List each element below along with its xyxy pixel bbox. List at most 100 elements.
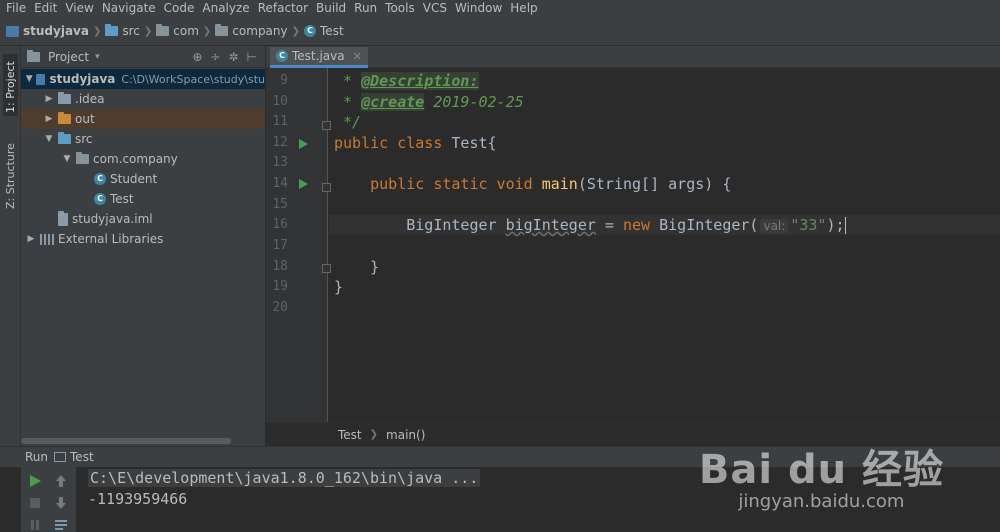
menu-file[interactable]: File bbox=[2, 0, 30, 17]
breadcrumb-company[interactable]: company ❯ bbox=[215, 24, 304, 38]
menu-window[interactable]: Window bbox=[451, 0, 506, 17]
tree-item-com-company[interactable]: ▼ com.company bbox=[21, 149, 265, 169]
pause-icon[interactable] bbox=[27, 517, 43, 532]
project-icon bbox=[6, 25, 19, 37]
sync-icon[interactable]: ⊕ bbox=[192, 50, 202, 64]
code-editor[interactable]: 9 10 11 12 13 14 15 16 17 18 19 20 * @Description: … bbox=[266, 68, 1000, 422]
menu-vcs[interactable]: VCS bbox=[419, 0, 451, 17]
collapse-arrow-icon[interactable]: ▼ bbox=[25, 74, 33, 84]
package-icon bbox=[76, 152, 89, 164]
tab-test-java[interactable]: C Test.java ✕ bbox=[270, 47, 368, 68]
navigation-bar: studyjava ❯ src ❯ com ❯ company ❯ C Test bbox=[0, 17, 1000, 46]
menu-bar: File Edit View Navigate Code Analyze Refactor B… bbox=[0, 0, 1000, 17]
collapse-arrow-icon[interactable]: ▼ bbox=[43, 134, 55, 144]
fold-icon[interactable] bbox=[322, 264, 331, 273]
hide-icon[interactable]: ⊢ bbox=[247, 50, 257, 64]
collapse-arrow-icon[interactable]: ▼ bbox=[61, 154, 73, 164]
line-number: 11 bbox=[272, 114, 288, 129]
parameter-hint: val: bbox=[760, 219, 789, 233]
menu-edit[interactable]: Edit bbox=[30, 0, 61, 17]
menu-build[interactable]: Build bbox=[312, 0, 350, 17]
project-view-icon bbox=[27, 49, 40, 62]
menu-navigate[interactable]: Navigate bbox=[98, 0, 160, 17]
breadcrumb-test[interactable]: C Test bbox=[304, 24, 344, 38]
baidu-watermark: Bai du 经验 jingyan.baidu.com bbox=[699, 437, 944, 512]
code-line-11: */ bbox=[334, 113, 362, 131]
line-number: 15 bbox=[272, 197, 288, 212]
tree-item-test[interactable]: C Test bbox=[21, 189, 265, 209]
folder-icon bbox=[58, 92, 71, 104]
fold-icon[interactable] bbox=[322, 183, 331, 192]
tree-item-label: studyjava bbox=[49, 72, 116, 86]
breadcrumb-com[interactable]: com ❯ bbox=[156, 24, 215, 38]
view-dropdown-icon[interactable]: ▾ bbox=[95, 52, 100, 62]
breadcrumb-src[interactable]: src ❯ bbox=[105, 24, 156, 38]
breadcrumb-project[interactable]: studyjava ❯ bbox=[6, 24, 105, 38]
tree-item-external-libraries[interactable]: ▶ External Libraries bbox=[21, 229, 265, 249]
menu-refactor[interactable]: Refactor bbox=[254, 0, 312, 17]
close-icon[interactable]: ✕ bbox=[353, 50, 362, 63]
tree-item-label: studyjava.iml bbox=[72, 212, 153, 226]
tree-item-out[interactable]: ▶ out bbox=[21, 109, 265, 129]
package-icon bbox=[215, 24, 229, 36]
tree-item-studyjava[interactable]: ▼ studyjava C:\D\WorkSpace\study\stu bbox=[21, 69, 265, 89]
arrow-down-icon[interactable] bbox=[53, 495, 69, 511]
class-icon: C bbox=[276, 50, 288, 62]
run-config-icon bbox=[54, 452, 67, 462]
tool-tab-label: 1: Project bbox=[4, 61, 17, 113]
run-config-tab[interactable]: Test bbox=[70, 450, 94, 464]
line-number: 17 bbox=[272, 238, 288, 253]
text-caret bbox=[844, 217, 846, 234]
console-line: C:\E\development\java1.8.0_162\bin\java … bbox=[88, 469, 481, 487]
soft-wrap-icon[interactable] bbox=[53, 517, 69, 532]
code-line-10: * @create 2019-02-25 bbox=[334, 93, 524, 111]
tree-item-label: com.company bbox=[93, 152, 178, 166]
expand-arrow-icon[interactable]: ▶ bbox=[43, 114, 55, 124]
project-icon bbox=[36, 73, 46, 85]
menu-view[interactable]: View bbox=[61, 0, 97, 17]
folder-orange-icon bbox=[58, 112, 71, 124]
iml-file-icon bbox=[58, 210, 68, 226]
code-line-12: public class Test{ bbox=[334, 134, 497, 152]
structure-tool-tab[interactable]: Z: Structure bbox=[3, 134, 18, 212]
run-class-icon[interactable] bbox=[299, 139, 308, 149]
menu-help[interactable]: Help bbox=[506, 0, 541, 17]
line-number: 20 bbox=[272, 300, 288, 315]
tree-item-student[interactable]: C Student bbox=[21, 169, 265, 189]
gear-icon[interactable]: ✲ bbox=[228, 50, 238, 64]
tree-item--idea[interactable]: ▶ .idea bbox=[21, 89, 265, 109]
tree-item-src[interactable]: ▼ src bbox=[21, 129, 265, 149]
breadcrumb-label: Test bbox=[320, 24, 344, 38]
line-number: 16 bbox=[272, 217, 288, 232]
code-line-18: } bbox=[370, 258, 380, 276]
arrow-up-icon[interactable] bbox=[53, 473, 69, 489]
menu-analyze[interactable]: Analyze bbox=[198, 0, 253, 17]
fold-icon[interactable] bbox=[322, 121, 331, 130]
menu-run[interactable]: Run bbox=[350, 0, 381, 17]
run-main-icon[interactable] bbox=[299, 179, 308, 189]
horizontal-scrollbar[interactable] bbox=[21, 438, 231, 444]
rerun-icon[interactable] bbox=[27, 473, 43, 489]
line-number: 9 bbox=[280, 73, 288, 88]
run-toolbar bbox=[21, 467, 76, 532]
breadcrumb-method[interactable]: main() bbox=[386, 428, 425, 442]
collapse-icon[interactable]: ÷ bbox=[210, 50, 220, 64]
line-number: 18 bbox=[272, 259, 288, 274]
project-panel-title[interactable]: Project bbox=[48, 50, 89, 64]
stop-icon[interactable] bbox=[27, 495, 43, 511]
project-tree: ▼ studyjava C:\D\WorkSpace\study\stu ▶ .idea… bbox=[21, 68, 265, 249]
breadcrumb-label: com bbox=[173, 24, 199, 38]
menu-code[interactable]: Code bbox=[160, 0, 199, 17]
expand-arrow-icon[interactable]: ▶ bbox=[43, 94, 55, 104]
tree-item-studyjava-iml[interactable]: studyjava.iml bbox=[21, 209, 265, 229]
menu-tools[interactable]: Tools bbox=[381, 0, 419, 17]
expand-arrow-icon[interactable]: ▶ bbox=[25, 234, 37, 244]
tool-tab-label: Z: Structure bbox=[4, 143, 17, 209]
project-tool-tab[interactable]: 1: Project bbox=[3, 54, 18, 116]
breadcrumb-label: studyjava bbox=[23, 24, 89, 38]
project-panel: Project ▾ ⊕ ÷ ✲ ⊢ ▼ studyjava C:\D\WorkSpa… bbox=[21, 46, 265, 446]
chevron-right-icon: ❯ bbox=[202, 25, 212, 37]
folder-blue-icon bbox=[58, 132, 71, 144]
breadcrumb-class[interactable]: Test bbox=[338, 428, 362, 442]
tree-item-label: out bbox=[75, 112, 95, 126]
